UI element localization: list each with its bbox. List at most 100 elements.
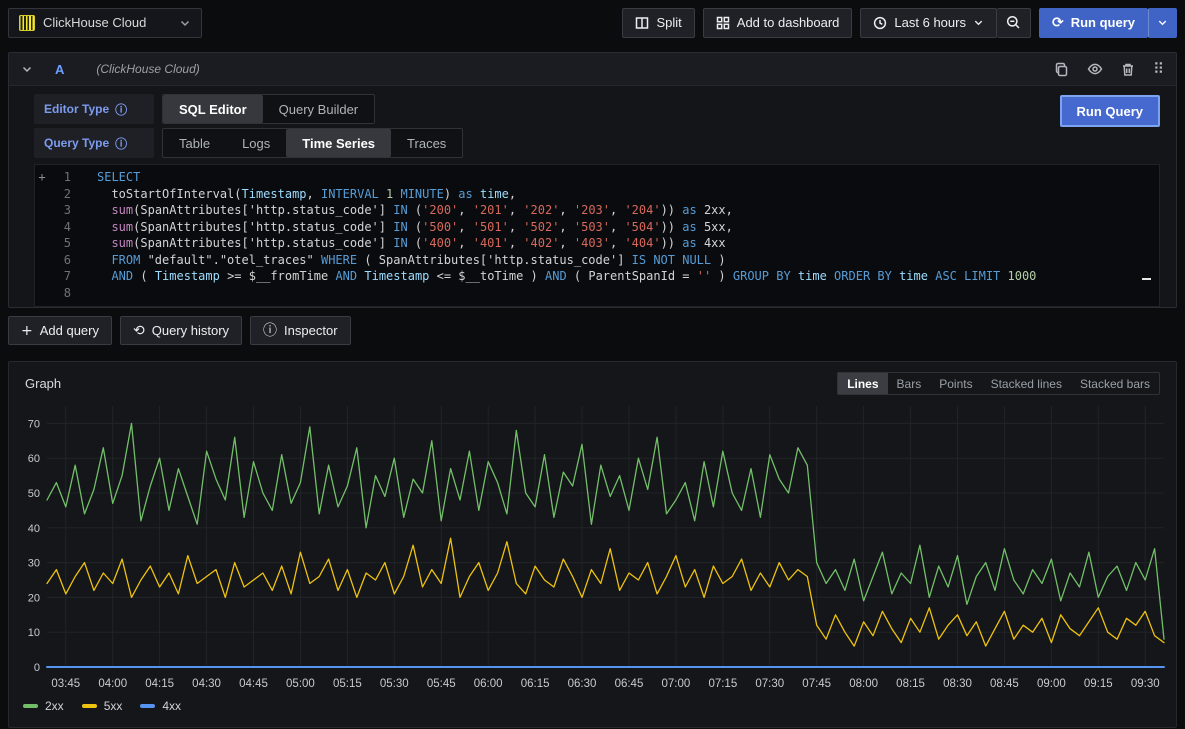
display-mode-option-bars[interactable]: Bars <box>888 373 931 394</box>
run-query-caret-button[interactable] <box>1148 8 1177 38</box>
query-type-option-traces[interactable]: Traces <box>391 129 462 157</box>
line-number: 2 <box>49 186 71 203</box>
line-number: 7 <box>49 268 71 285</box>
datasource-picker[interactable]: ClickHouse Cloud <box>8 8 202 38</box>
history-icon: ⟲ <box>133 324 145 338</box>
display-mode-option-lines[interactable]: Lines <box>838 373 887 394</box>
query-type-option-time-series[interactable]: Time Series <box>286 129 391 157</box>
trash-icon <box>1121 62 1135 77</box>
x-tick-label: 05:15 <box>333 678 362 690</box>
code-line[interactable]: 4 sum(SpanAttributes['http.status_code']… <box>35 219 1159 236</box>
chevron-down-icon <box>1157 17 1168 28</box>
display-mode-option-stacked-bars[interactable]: Stacked bars <box>1071 373 1159 394</box>
code-text: FROM "default"."otel_traces" WHERE ( Spa… <box>71 252 1159 269</box>
x-tick-label: 09:30 <box>1131 678 1160 690</box>
display-mode-option-stacked-lines[interactable]: Stacked lines <box>982 373 1071 394</box>
code-line[interactable]: 2 toStartOfInterval(Timestamp, INTERVAL … <box>35 186 1159 203</box>
query-history-button[interactable]: ⟲ Query history <box>120 316 242 345</box>
copy-icon <box>1054 62 1069 77</box>
datasource-name: ClickHouse Cloud <box>43 15 171 30</box>
x-tick-label: 05:00 <box>286 678 315 690</box>
editor-type-label: Editor Type ⓘ <box>34 94 154 124</box>
line-number: 5 <box>49 235 71 252</box>
hide-response-button[interactable] <box>1087 61 1103 77</box>
code-line[interactable]: 3 sum(SpanAttributes['http.status_code']… <box>35 202 1159 219</box>
gutter-plus-icon[interactable]: + <box>35 169 49 186</box>
x-tick-label: 03:45 <box>51 678 80 690</box>
legend-label-4xx: 4xx <box>162 699 181 713</box>
chart-wrap: 01020304050607003:4504:0004:1504:3004:45… <box>17 401 1168 713</box>
panel-run-query-button[interactable]: Run Query <box>1060 95 1160 127</box>
legend-item-5xx[interactable]: 5xx <box>82 699 123 713</box>
y-tick-label: 0 <box>34 662 40 674</box>
x-tick-label: 08:45 <box>990 678 1019 690</box>
sql-code-editor[interactable]: +1SELECT2 toStartOfInterval(Timestamp, I… <box>34 164 1160 307</box>
code-line[interactable]: 8 <box>35 285 1159 302</box>
duplicate-query-button[interactable] <box>1054 62 1069 77</box>
query-type-option-logs[interactable]: Logs <box>226 129 286 157</box>
collapse-chevron-icon[interactable] <box>21 63 33 75</box>
code-text: sum(SpanAttributes['http.status_code'] I… <box>71 235 1159 252</box>
split-label: Split <box>656 15 681 30</box>
x-tick-label: 06:45 <box>615 678 644 690</box>
x-tick-label: 04:00 <box>98 678 127 690</box>
x-tick-label: 04:15 <box>145 678 174 690</box>
x-tick-label: 09:15 <box>1084 678 1113 690</box>
drag-handle-icon[interactable]: ⠿ <box>1153 62 1164 77</box>
info-icon[interactable]: ⓘ <box>115 101 127 118</box>
plus-icon: + <box>21 324 33 338</box>
split-button[interactable]: Split <box>622 8 694 38</box>
info-circle-icon: ⓘ <box>263 324 277 338</box>
graph-panel-title: Graph <box>25 376 61 391</box>
x-tick-label: 07:15 <box>708 678 737 690</box>
code-line[interactable]: 7 AND ( Timestamp >= $__fromTime AND Tim… <box>35 268 1159 285</box>
x-tick-label: 09:00 <box>1037 678 1066 690</box>
info-icon[interactable]: ⓘ <box>115 135 127 152</box>
y-tick-label: 70 <box>28 418 40 430</box>
code-text: SELECT <box>71 169 1159 186</box>
query-row-header[interactable]: A (ClickHouse Cloud) ⠿ <box>9 53 1176 86</box>
add-to-dashboard-button[interactable]: Add to dashboard <box>703 8 853 38</box>
query-type-option-table[interactable]: Table <box>163 129 226 157</box>
run-query-button[interactable]: ⟳ Run query <box>1039 8 1148 38</box>
time-range-button[interactable]: Last 6 hours <box>860 8 997 38</box>
graph-panel: Graph LinesBarsPointsStacked linesStacke… <box>8 361 1177 728</box>
line-number: 8 <box>49 285 71 302</box>
code-text: toStartOfInterval(Timestamp, INTERVAL 1 … <box>71 186 1159 203</box>
code-line[interactable]: 5 sum(SpanAttributes['http.status_code']… <box>35 235 1159 252</box>
graph-panel-header: Graph LinesBarsPointsStacked linesStacke… <box>17 372 1168 395</box>
display-mode-option-points[interactable]: Points <box>930 373 981 394</box>
add-query-button[interactable]: + Add query <box>8 316 112 345</box>
code-line[interactable]: 6 FROM "default"."otel_traces" WHERE ( S… <box>35 252 1159 269</box>
remove-query-button[interactable] <box>1121 62 1135 77</box>
add-query-label: Add query <box>40 323 99 338</box>
x-tick-label: 05:45 <box>427 678 456 690</box>
editor-type-option-query-builder[interactable]: Query Builder <box>263 95 374 123</box>
query-type-options: TableLogsTime SeriesTraces <box>162 128 463 158</box>
time-range-label: Last 6 hours <box>894 15 966 30</box>
inspector-button[interactable]: ⓘ Inspector <box>250 316 350 345</box>
series-line-5xx <box>47 538 1164 646</box>
zoom-out-time-button[interactable] <box>997 8 1031 38</box>
timeseries-chart[interactable]: 01020304050607003:4504:0004:1504:3004:45… <box>17 401 1170 697</box>
code-line[interactable]: +1SELECT <box>35 169 1159 186</box>
code-text <box>71 285 1159 302</box>
inspector-label: Inspector <box>284 323 337 338</box>
code-text: AND ( Timestamp >= $__fromTime AND Times… <box>71 268 1159 285</box>
legend-item-2xx[interactable]: 2xx <box>23 699 64 713</box>
gutter <box>35 252 49 269</box>
code-lines: +1SELECT2 toStartOfInterval(Timestamp, I… <box>35 169 1159 301</box>
editor-type-option-sql-editor[interactable]: SQL Editor <box>163 95 263 123</box>
x-tick-label: 06:30 <box>568 678 597 690</box>
y-tick-label: 40 <box>28 523 40 535</box>
line-number: 1 <box>49 169 71 186</box>
y-tick-label: 50 <box>28 488 40 500</box>
editor-type-row: Editor Type ⓘ SQL EditorQuery Builder <box>34 94 1160 124</box>
legend-item-4xx[interactable]: 4xx <box>140 699 181 713</box>
gutter <box>35 235 49 252</box>
clock-icon <box>873 16 887 30</box>
legend-swatch-4xx <box>140 704 155 708</box>
gutter <box>35 202 49 219</box>
series-line-2xx <box>47 423 1164 639</box>
line-number: 4 <box>49 219 71 236</box>
